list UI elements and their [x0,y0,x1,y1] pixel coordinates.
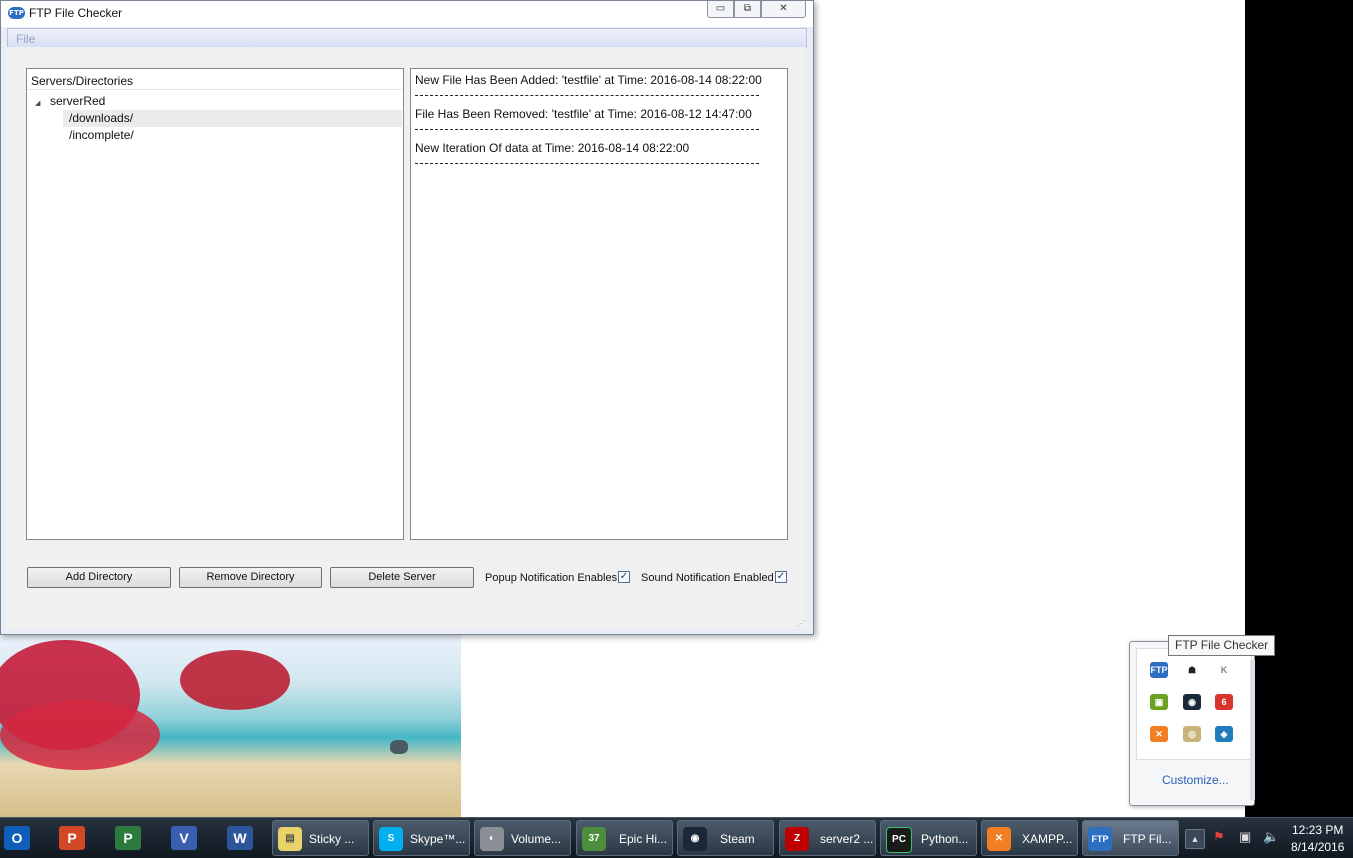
tooltip: FTP File Checker [1168,635,1276,656]
task-label: FTP Fil... [1123,832,1172,846]
action-center-flag-icon[interactable]: ⚑ [1213,829,1225,845]
log-separator [415,95,759,96]
title-bar[interactable]: FTP FTP File Checker ▭ ⧉ ✕ [1,1,813,27]
filezilla-icon: Z [785,827,809,851]
resize-grip-icon[interactable]: ⋰ [797,619,805,628]
task-epic[interactable]: 37 Epic Hi... [576,820,673,856]
powerpoint-icon: P [59,826,85,850]
activity-log[interactable]: New File Has Been Added: 'testfile' at T… [410,68,788,540]
desktop-black-area [1245,0,1353,817]
badge-tray-icon[interactable]: 6 [1215,694,1233,710]
popup-notification-checkbox[interactable]: ✓ [618,571,630,583]
task-label: Volume... [511,832,562,846]
maximize-button[interactable]: ⧉ [734,1,761,18]
show-hidden-icons-button[interactable]: ▲ [1185,829,1205,849]
task-sticky[interactable]: ▤ Sticky ... [272,820,369,856]
popup-notification-label: Popup Notification Enables [485,572,618,584]
log-entry: File Has Been Removed: 'testfile' at Tim… [415,107,752,121]
log-separator [415,129,759,130]
xampp-tray-icon[interactable]: ✕ [1150,726,1168,742]
customize-link[interactable]: Customize... [1162,773,1229,787]
volume-mixer-icon: ◐ [480,827,504,851]
task-pycharm[interactable]: PC Python... [880,820,977,856]
task-label: Skype™... [410,832,466,846]
app-icon: FTP [8,7,25,19]
word-pin[interactable]: W [223,821,259,855]
task-xampp[interactable]: ✕ XAMPP... [981,820,1078,856]
tree-item-directory[interactable]: /incomplete/ [69,127,134,144]
log-entry: New File Has Been Added: 'testfile' at T… [415,73,762,87]
visio-pin[interactable]: V [167,821,203,855]
ftp-icon: FTP [1088,827,1112,851]
sticky-notes-icon: ▤ [278,827,302,851]
wallpaper-rock [390,740,408,754]
tray-overflow-popup: FTP ☗ K ▣ ◉ 6 ✕ ◎ ◈ Customize... [1129,641,1255,806]
clock-time[interactable]: 12:23 PM [1292,823,1343,837]
ftp-tray-icon[interactable]: FTP [1150,662,1168,678]
close-button[interactable]: ✕ [761,1,806,18]
outlook-pin[interactable]: O [0,821,36,855]
sound-notification-label: Sound Notification Enabled [641,572,774,584]
task-skype[interactable]: S Skype™... [373,820,470,856]
network-tray-icon[interactable]: ◈ [1215,726,1233,742]
task-volume[interactable]: ◐ Volume... [474,820,571,856]
nvidia-tray-icon[interactable]: ▣ [1150,694,1168,710]
servers-directories-tree[interactable]: Servers/Directories ◢ serverRed /downloa… [26,68,404,540]
wallpaper-red-grass [0,700,160,770]
tree-item-directory[interactable]: /downloads/ [63,110,402,127]
project-icon: P [115,826,141,850]
log-entry: New Iteration Of data at Time: 2016-08-1… [415,141,690,155]
visio-icon: V [171,826,197,850]
wallpaper-red-tree [180,650,290,710]
task-label: Steam [720,832,755,846]
remove-directory-button[interactable]: Remove Directory [179,567,322,588]
skype-icon: S [379,827,403,851]
task-label: server2 ... [820,832,874,846]
steam-icon: ◉ [683,827,707,851]
steam-tray-icon[interactable]: ◉ [1183,694,1201,710]
expand-arrow-icon[interactable]: ◢ [35,99,40,107]
pycharm-icon: PC [886,827,912,853]
epic-history-icon: 37 [582,827,606,851]
volume-icon[interactable]: 🔈 [1263,829,1279,845]
menu-file[interactable]: File [16,32,35,46]
sound-notification-checkbox[interactable]: ✓ [775,571,787,583]
delete-server-button[interactable]: Delete Server [330,567,474,588]
tree-header[interactable]: Servers/Directories [27,69,403,90]
task-label: XAMPP... [1022,832,1073,846]
outlook-icon: O [4,826,30,850]
add-directory-button[interactable]: Add Directory [27,567,171,588]
taskbar: O P P V W ▤ Sticky ... S Skype™... ◐ Vol… [0,817,1353,858]
window-title: FTP File Checker [29,6,123,20]
powerpoint-pin[interactable]: P [55,821,91,855]
task-ftp-file-checker[interactable]: FTP FTP Fil... [1082,820,1179,856]
tree-item-server[interactable]: serverRed [50,93,105,110]
k-tray-icon[interactable]: K [1215,662,1233,678]
task-label: Sticky ... [309,832,355,846]
task-label: Python... [921,832,969,846]
task-label: Epic Hi... [619,832,668,846]
log-separator [415,163,759,164]
word-icon: W [227,826,253,850]
network-icon[interactable]: ▣ [1239,829,1251,845]
project-pin[interactable]: P [111,821,147,855]
disc-tray-icon[interactable]: ◎ [1183,726,1201,742]
tray-popup-scrollbar[interactable] [1250,660,1255,800]
tray-icon-grid: FTP ☗ K ▣ ◉ 6 ✕ ◎ ◈ [1136,648,1252,760]
ghost-tray-icon[interactable]: ☗ [1183,662,1201,678]
task-filezilla[interactable]: Z server2 ... [779,820,876,856]
clock-date[interactable]: 8/14/2016 [1291,840,1344,854]
xampp-icon: ✕ [987,827,1011,851]
minimize-button[interactable]: ▭ [707,1,734,18]
menu-bar: File [7,28,807,48]
task-steam[interactable]: ◉ Steam [677,820,774,856]
